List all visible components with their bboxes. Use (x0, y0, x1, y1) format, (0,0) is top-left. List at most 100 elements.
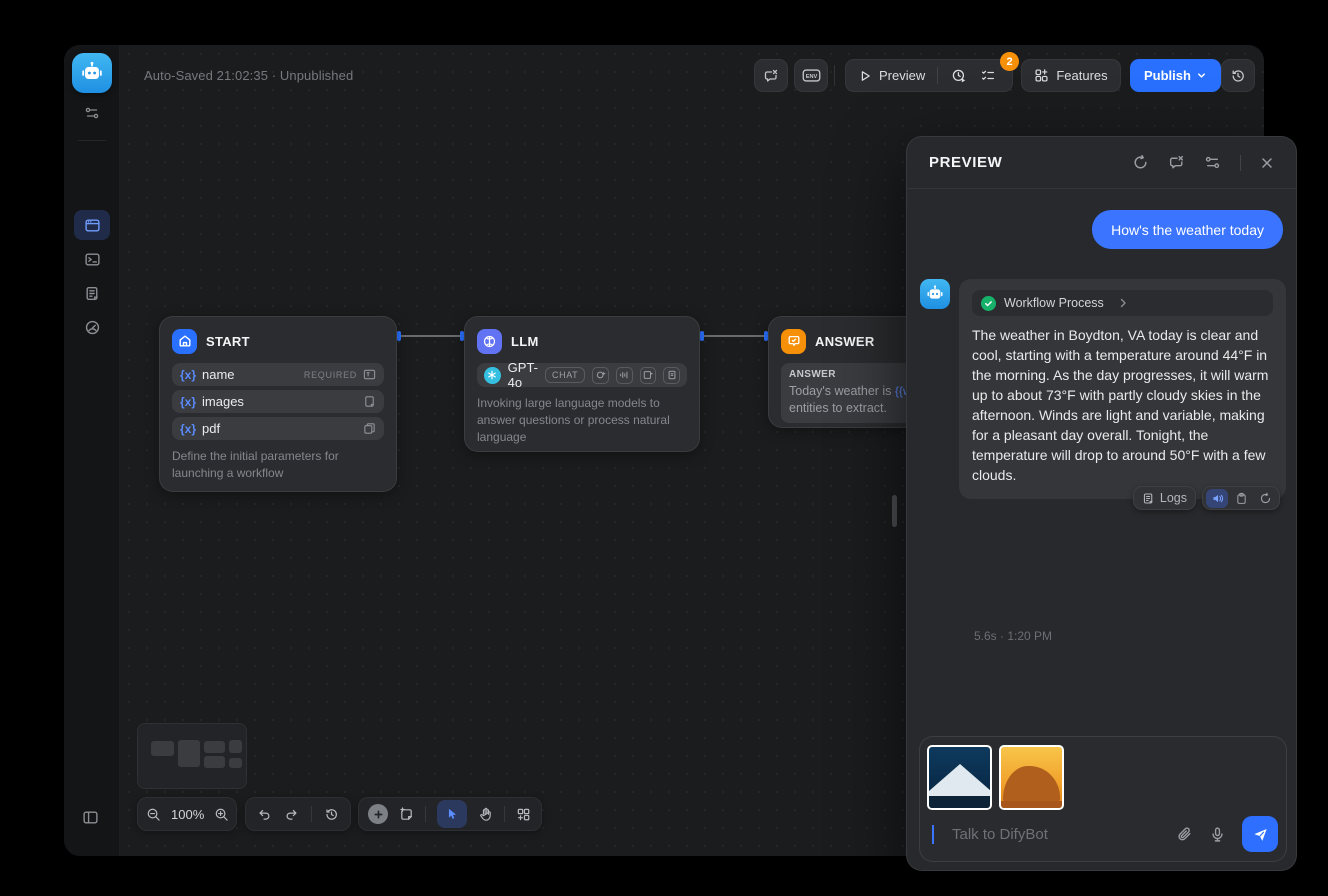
attachment-thumbnail-mountain-orange[interactable] (999, 745, 1064, 810)
node-title: START (206, 334, 250, 349)
workflow-process-toggle[interactable]: Workflow Process (972, 290, 1273, 316)
sidebar-item-logs[interactable] (74, 278, 110, 308)
edge-line (702, 335, 766, 337)
debug-chat-icon[interactable] (1168, 154, 1185, 171)
text-cursor (932, 825, 934, 844)
attachment-thumbnail-mountain-blue[interactable] (927, 745, 992, 810)
organize-icon[interactable] (516, 807, 531, 822)
features-button[interactable]: Features (1021, 59, 1121, 92)
copy-icon[interactable] (1230, 489, 1252, 508)
publish-label: Publish (1144, 68, 1191, 83)
node-description: Define the initial parameters for launch… (172, 448, 384, 482)
pointer-tool-icon[interactable] (437, 800, 467, 828)
message-tool-chip (1202, 486, 1280, 510)
preferences-icon[interactable] (84, 105, 100, 121)
vision-capability-icon (592, 367, 609, 384)
undo-icon[interactable] (257, 807, 272, 822)
edge-llm-answer[interactable] (700, 331, 768, 341)
logs-button[interactable]: Logs (1133, 486, 1196, 510)
debug-chat-button[interactable] (754, 59, 788, 92)
publish-button[interactable]: Publish (1130, 59, 1221, 92)
chevron-down-icon (1196, 70, 1207, 81)
robot-icon (925, 284, 945, 304)
preview-button[interactable]: Preview (846, 60, 937, 91)
bot-message-text: The weather in Boydton, VA today is clea… (972, 325, 1273, 485)
checklist-icon (980, 68, 996, 84)
sidebar-item-monitoring[interactable] (74, 312, 110, 342)
llm-brain-icon (477, 329, 502, 354)
edge-source-handle (397, 331, 401, 341)
node-title: LLM (511, 334, 539, 349)
edge-source-handle (700, 331, 704, 341)
image-capability-icon (640, 367, 657, 384)
canvas-minimap[interactable] (137, 723, 247, 789)
field-label: pdf (202, 421, 351, 436)
answer-check-icon (781, 329, 806, 354)
restart-conversation-icon[interactable] (1132, 154, 1149, 171)
debug-chat-icon (763, 68, 779, 84)
bot-message-bubble: Workflow Process The weather in Boydton,… (959, 279, 1286, 499)
document-capability-icon (663, 367, 680, 384)
node-description: Invoking large language models to answer… (477, 395, 687, 446)
check-circle-icon (981, 296, 996, 311)
env-icon: ENV (802, 68, 821, 83)
divider (504, 806, 505, 822)
llm-model-row[interactable]: GPT-4o CHAT (477, 363, 687, 387)
node-llm[interactable]: LLM GPT-4o CHAT (464, 316, 700, 452)
minimap-node (204, 756, 225, 768)
canvas-scrollbar-thumb[interactable] (892, 495, 897, 527)
collapse-sidebar-icon[interactable] (82, 809, 99, 826)
edge-start-llm[interactable] (397, 331, 464, 341)
divider (425, 806, 426, 822)
features-label: Features (1056, 68, 1107, 83)
sidebar-item-orchestrate[interactable] (74, 210, 110, 240)
workflow-process-label: Workflow Process (1004, 296, 1109, 310)
minimap-node (229, 758, 242, 768)
field-label: name (202, 367, 298, 382)
history-controls (245, 797, 351, 831)
home-icon (172, 329, 197, 354)
conversation-settings-icon[interactable] (1204, 154, 1221, 171)
divider (78, 140, 106, 141)
bot-avatar (920, 279, 950, 309)
zoom-out-icon[interactable] (146, 807, 161, 822)
run-history-button[interactable] (938, 60, 976, 91)
chat-mode-badge: CHAT (545, 367, 585, 383)
required-tag: REQUIRED (304, 370, 357, 380)
redo-icon[interactable] (284, 807, 299, 822)
zoom-in-icon[interactable] (214, 807, 229, 822)
version-history-button[interactable] (1221, 59, 1255, 92)
send-button[interactable] (1242, 816, 1278, 852)
minimap-node (229, 740, 242, 753)
minimap-node (178, 740, 200, 767)
sidebar-item-api[interactable] (74, 244, 110, 274)
top-toolbar: ENV Preview 2 Features Publish (64, 59, 1264, 92)
svg-text:ENV: ENV (805, 74, 817, 80)
play-icon (858, 69, 872, 83)
preview-label: Preview (879, 68, 925, 83)
add-note-icon[interactable] (399, 807, 414, 822)
mic-icon[interactable] (1209, 826, 1226, 843)
add-node-icon[interactable] (368, 804, 388, 824)
speaker-icon[interactable] (1206, 489, 1228, 508)
variable-icon: {x} (180, 422, 196, 436)
run-history-icon (951, 68, 967, 84)
regenerate-icon[interactable] (1254, 489, 1276, 508)
preview-panel-header: PREVIEW (907, 137, 1296, 189)
env-button[interactable]: ENV (794, 59, 828, 92)
image-file-icon (363, 395, 376, 408)
zoom-level[interactable]: 100% (171, 807, 204, 822)
start-field-name[interactable]: {x} name REQUIRED (172, 363, 384, 386)
variable-icon: {x} (180, 395, 196, 409)
start-field-images[interactable]: {x} images (172, 390, 384, 413)
chevron-right-icon (1117, 297, 1129, 309)
chat-input[interactable] (952, 826, 1160, 843)
user-message-bubble: How's the weather today (1092, 210, 1283, 249)
start-field-pdf[interactable]: {x} pdf (172, 417, 384, 440)
close-icon[interactable] (1260, 156, 1274, 170)
node-start[interactable]: START {x} name REQUIRED {x} images {x} (159, 316, 397, 492)
change-history-icon[interactable] (324, 807, 339, 822)
preview-title: PREVIEW (929, 154, 1132, 171)
paperclip-icon[interactable] (1176, 826, 1193, 843)
hand-tool-icon[interactable] (478, 807, 493, 822)
